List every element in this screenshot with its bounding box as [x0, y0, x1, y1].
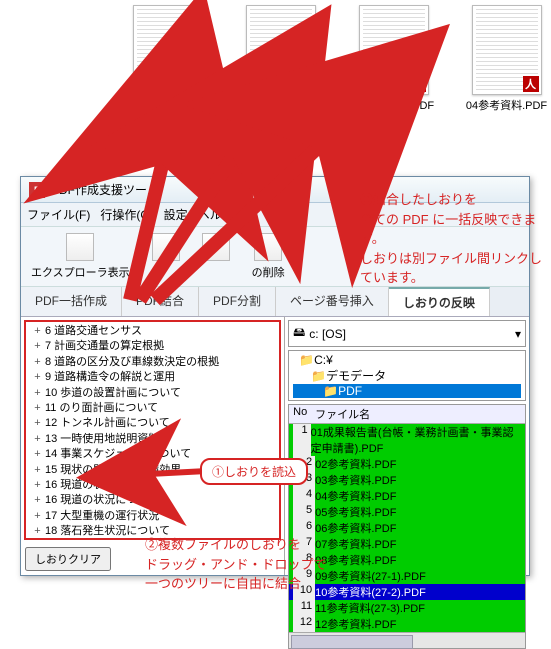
tree-item[interactable]: +9 道路構造令の解説と運用 [28, 370, 277, 385]
menu-settings[interactable]: 設定 [164, 206, 188, 223]
file-row[interactable]: 1111参考資料(27-3).PDF [289, 600, 525, 616]
clear-bookmarks-button[interactable]: しおりクリア [25, 547, 111, 571]
folder-tree[interactable]: 📁C:¥ 📁デモデータ 📁PDF [288, 350, 526, 401]
tab-pagenum[interactable]: ページ番号挿入 [276, 287, 389, 316]
dropdown-icon[interactable]: ▾ [515, 327, 521, 341]
tree-item[interactable]: +7 計画交通量の算定根拠 [28, 339, 277, 354]
tab-merge[interactable]: PDF結合 [122, 287, 199, 316]
file-label: 03参考資料.PDF [353, 99, 434, 113]
file-row[interactable]: 101成果報告書(台帳・業務計画書・事業認定申請書).PDF [289, 424, 525, 456]
col-no[interactable]: No [293, 406, 315, 422]
pdf-badge-icon: 人 [297, 76, 313, 92]
tree-item[interactable]: +17 大型重機の運行状況 [28, 509, 277, 524]
annotation-callout-1: ①しおりを読込 [200, 458, 308, 485]
menu-file[interactable]: ファイル(F) [27, 206, 90, 223]
toolbar-button[interactable] [148, 231, 184, 282]
folder-icon: 📁 [299, 353, 314, 367]
window-title: PDF作成支援ツール [51, 181, 159, 198]
file-row[interactable]: 1212参考資料.PDF [289, 616, 525, 632]
tool-icon [202, 233, 230, 261]
file-thumbnail[interactable]: 人 04参考資料.PDF [459, 5, 551, 156]
toolbar-button[interactable] [198, 231, 234, 282]
tree-item[interactable]: +10 歩道の設置計画について [28, 386, 277, 401]
tree-item[interactable]: +11 のり面計画について [28, 401, 277, 416]
annotation-text-2: ②複数ファイルのしおりを ドラッグ・アンド・ドロップで 一つのツリーに自由に結合 [145, 535, 326, 594]
annotation-text-3: ③結合したしおりを 全ての PDF に一括反映できます。 しおりは別ファイル間リ… [360, 190, 551, 288]
folder-icon: 📁 [323, 384, 338, 398]
tab-bookmarks[interactable]: しおりの反映 [389, 287, 490, 316]
tree-item[interactable]: +12 トンネル計画について [28, 416, 277, 431]
col-name[interactable]: ファイル名 [315, 406, 370, 422]
app-icon: P [29, 182, 45, 198]
drive-selector[interactable]: 🖴 c: [OS] ▾ [288, 320, 526, 347]
tab-bar: PDF一括作成 PDF結合 PDF分割 ページ番号挿入 しおりの反映 [21, 287, 529, 317]
tab-split[interactable]: PDF分割 [199, 287, 276, 316]
pdf-badge-icon: 人 [184, 76, 200, 92]
file-row[interactable]: 606参考資料.PDF [289, 520, 525, 536]
bookmark-tree[interactable]: +6 道路交通センサス+7 計画交通量の算定根拠+8 道路の区分及び車線数決定の… [24, 320, 281, 540]
magnifier-icon [66, 233, 94, 261]
pdf-badge-icon: 人 [410, 76, 426, 92]
file-list[interactable]: Noファイル名 101成果報告書(台帳・業務計画書・事業認定申請書).PDF20… [288, 404, 526, 649]
pdf-badge-icon: 人 [523, 76, 539, 92]
toolbar-delete-button[interactable]: の削除 [248, 231, 289, 282]
drive-icon: 🖴 [293, 323, 305, 344]
tree-item[interactable]: +13 一時使用地説明資料 [28, 432, 277, 447]
file-row[interactable]: 404参考資料.PDF [289, 488, 525, 504]
file-row[interactable]: 202参考資料.PDF [289, 456, 525, 472]
toolbar-explorer-button[interactable]: エクスプローラ表示 [27, 231, 134, 282]
folder-icon [152, 233, 180, 261]
delete-icon [254, 233, 282, 261]
horizontal-scrollbar[interactable] [289, 632, 525, 648]
tab-batch[interactable]: PDF一括作成 [21, 287, 122, 316]
file-label: 01成果報告書（台帳・業務計画書・事業認定申請書）.PDF [120, 99, 215, 156]
file-thumbnail[interactable]: 人 03参考資料.PDF [346, 5, 441, 156]
menu-edit[interactable]: 行操作(G) [100, 206, 153, 223]
file-thumbnail[interactable]: 人 01成果報告書（台帳・業務計画書・事業認定申請書）.PDF [120, 5, 215, 156]
folder-icon: 📁 [311, 369, 326, 383]
tree-item[interactable]: +16 現道の状況について [28, 493, 277, 508]
tree-item[interactable]: +6 道路交通センサス [28, 324, 277, 339]
desktop-thumbnails: 人 01成果報告書（台帳・業務計画書・事業認定申請書）.PDF 人 02参考資料… [120, 5, 551, 156]
file-label: 04参考資料.PDF [466, 99, 547, 113]
file-thumbnail[interactable]: 人 02参考資料.PDF [233, 5, 328, 156]
file-row[interactable]: 303参考資料.PDF [289, 472, 525, 488]
menu-help[interactable]: ヘルプ(H) [198, 206, 251, 223]
tree-item[interactable]: +8 道路の区分及び車線数決定の根拠 [28, 355, 277, 370]
file-label: 02参考資料.PDF [240, 99, 321, 113]
file-row[interactable]: 505参考資料.PDF [289, 504, 525, 520]
